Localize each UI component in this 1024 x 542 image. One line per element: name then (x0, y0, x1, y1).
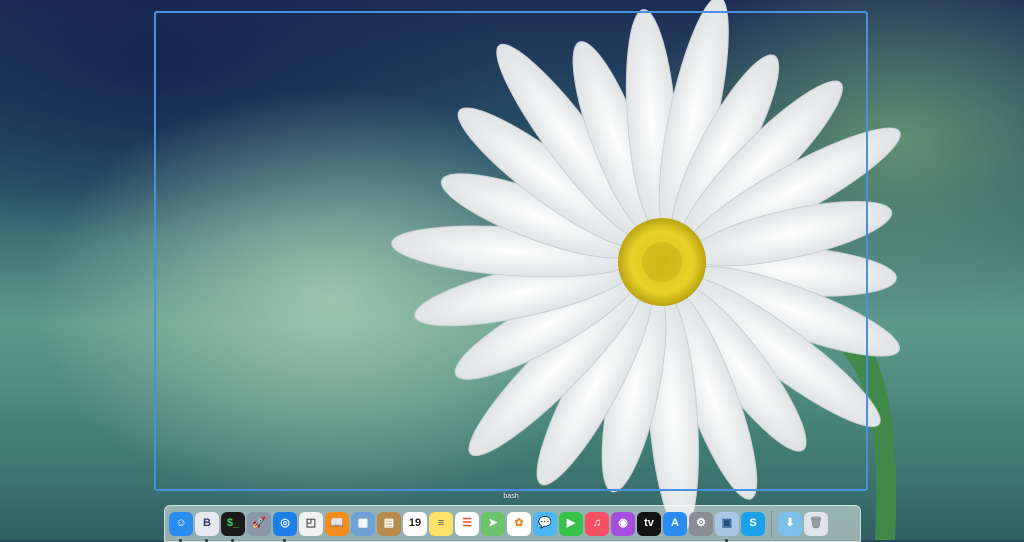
notefile-glyph-icon: ▤ (383, 517, 395, 529)
dock-preview-icon[interactable]: ▦ (351, 511, 375, 536)
dock-system-preferences-icon[interactable]: ⚙ (689, 511, 713, 536)
dock-virtualbox-icon[interactable]: ▣ (715, 511, 739, 542)
dock-trash-icon[interactable]: 🗑 (804, 511, 828, 536)
dock-music-icon[interactable]: ♫ (585, 511, 609, 536)
dock-downloads-folder-icon[interactable]: ⬇ (778, 511, 802, 536)
messages-glyph-icon: 💬 (538, 517, 552, 529)
preview-glyph-icon: ▦ (357, 517, 369, 529)
running-indicator (205, 538, 208, 542)
reminders-glyph-icon: ☰ (462, 517, 472, 529)
dock-screenshot-icon[interactable]: ◰ (299, 511, 323, 536)
dock-app-store-icon[interactable]: A (663, 511, 687, 536)
dock-books-icon[interactable]: 📖 (325, 511, 349, 536)
notes-glyph-icon: ≡ (437, 517, 445, 529)
dock: ☺ B $_ 🚀 ◎ ◰ 📖 ▦ ▤ 19 ≡ ☰ ➤ ✿ 💬 ▶ ♫ ◉ tv A ⚙ ▣ S ⬇ 🗑 (164, 505, 861, 542)
system-preferences-glyph-icon: ⚙ (696, 517, 706, 529)
calendar-glyph-icon: 19 (408, 517, 422, 529)
running-indicator (283, 538, 286, 542)
dock-bbedit-icon[interactable]: B (195, 511, 219, 542)
dock-reminders-icon[interactable]: ☰ (455, 511, 479, 536)
app-store-glyph-icon: A (671, 517, 679, 529)
screenshot-glyph-icon: ◰ (305, 517, 317, 529)
dock-safari-icon[interactable]: ◎ (273, 511, 297, 542)
terminal-glyph-icon: $_ (226, 517, 240, 529)
dock-launchpad-icon[interactable]: 🚀 (247, 511, 271, 536)
dock-apple-tv-icon[interactable]: tv (637, 511, 661, 536)
downloads-folder-glyph-icon: ⬇ (785, 517, 795, 529)
safari-glyph-icon: ◎ (280, 517, 290, 529)
running-indicator (725, 538, 728, 542)
dock-facetime-icon[interactable]: ▶ (559, 511, 583, 536)
photos-glyph-icon: ✿ (514, 517, 524, 529)
dock-terminal-icon[interactable]: $_ (221, 511, 245, 542)
dock-photos-icon[interactable]: ✿ (507, 511, 531, 536)
podcasts-glyph-icon: ◉ (618, 517, 628, 529)
bbedit-glyph-icon: B (203, 517, 211, 529)
dock-notefile-icon[interactable]: ▤ (377, 511, 401, 536)
running-indicator (231, 538, 234, 542)
dock-messages-icon[interactable]: 💬 (533, 511, 557, 536)
finder-glyph-icon: ☺ (175, 517, 187, 529)
selection-rectangle[interactable] (154, 11, 868, 491)
launchpad-glyph-icon: 🚀 (252, 517, 266, 529)
dock-notes-icon[interactable]: ≡ (429, 511, 453, 536)
dock-separator (771, 510, 772, 537)
music-glyph-icon: ♫ (592, 517, 602, 529)
facetime-glyph-icon: ▶ (566, 517, 576, 529)
dock-podcasts-icon[interactable]: ◉ (611, 511, 635, 536)
books-glyph-icon: 📖 (330, 517, 344, 529)
dock-calendar-icon[interactable]: 19 (403, 511, 427, 536)
running-indicator (179, 538, 182, 542)
dock-finder-icon[interactable]: ☺ (169, 511, 193, 542)
selection-label: bash (503, 493, 519, 500)
skype-glyph-icon: S (749, 517, 757, 529)
maps-glyph-icon: ➤ (488, 517, 498, 529)
virtualbox-glyph-icon: ▣ (721, 517, 733, 529)
dock-maps-icon[interactable]: ➤ (481, 511, 505, 536)
apple-tv-glyph-icon: tv (644, 517, 654, 529)
trash-glyph-icon: 🗑 (809, 517, 823, 529)
dock-skype-icon[interactable]: S (741, 511, 765, 536)
